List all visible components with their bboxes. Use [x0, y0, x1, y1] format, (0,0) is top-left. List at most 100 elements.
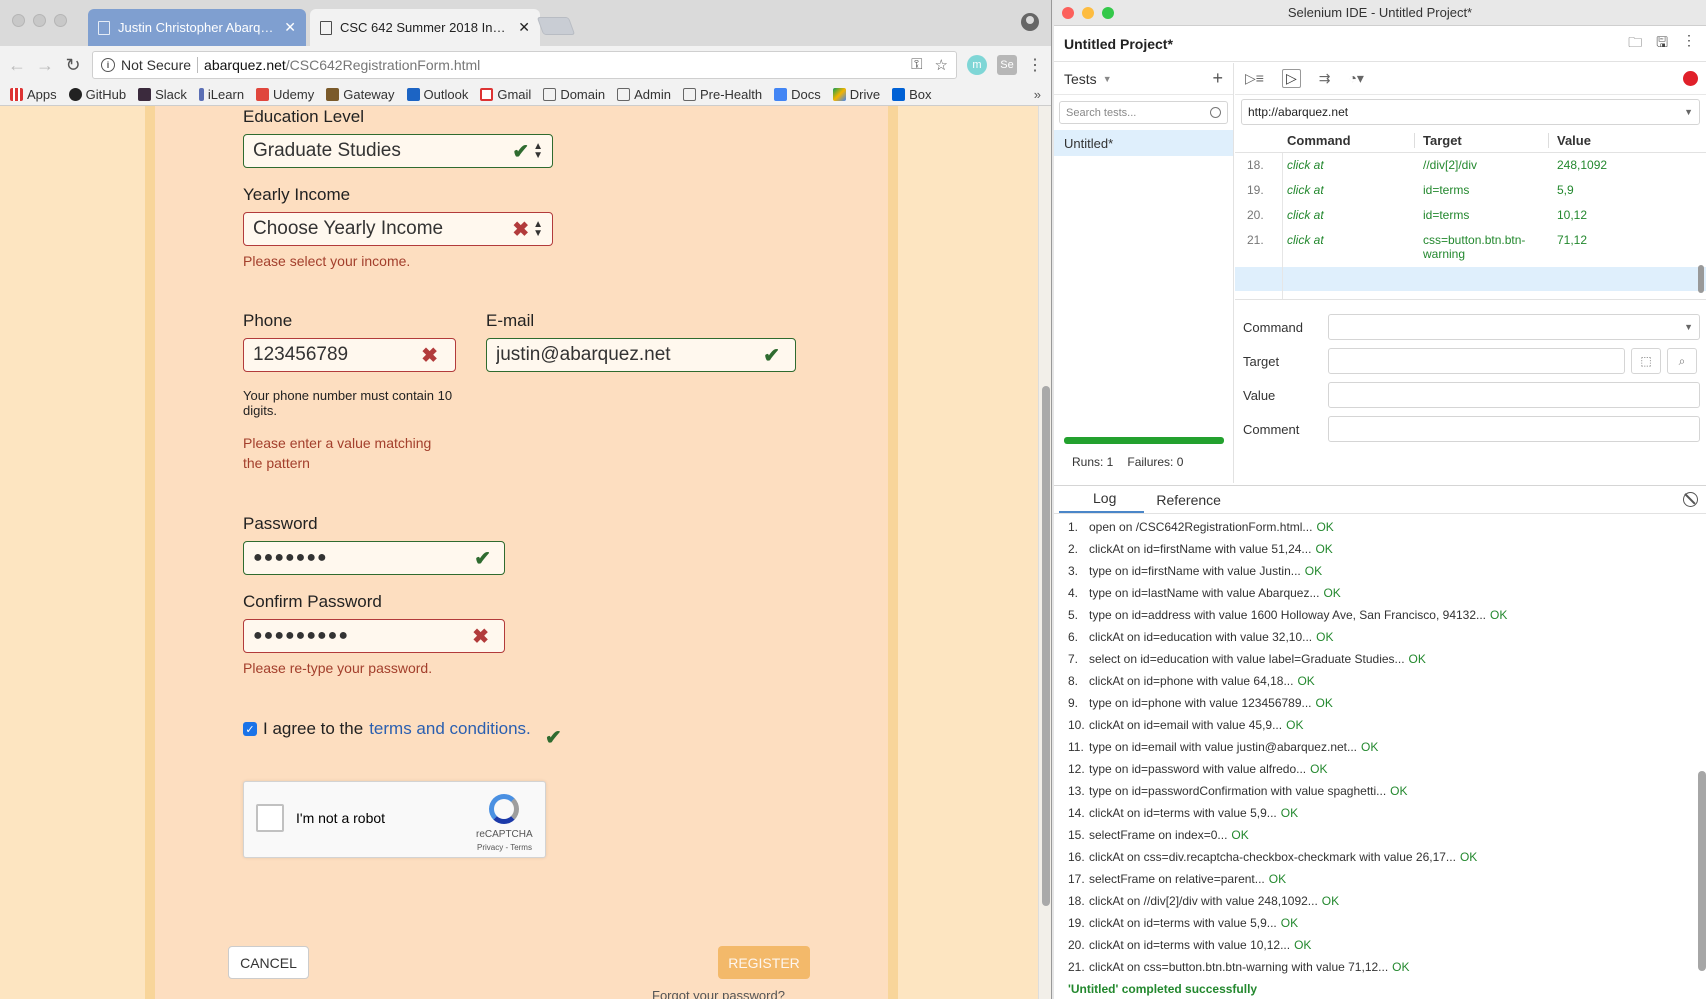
tab-active[interactable]: CSC 642 Summer 2018 Individ ✕	[310, 9, 540, 46]
close-tab-icon[interactable]: ✕	[518, 19, 530, 36]
bookmark-drive[interactable]: Drive	[832, 87, 880, 102]
education-label: Education Level	[243, 107, 364, 126]
bookmark-apps[interactable]: Apps	[10, 87, 57, 102]
base-url-input[interactable]: http://abarquez.net ▼	[1241, 99, 1700, 125]
extension-m-icon[interactable]: m	[967, 55, 987, 75]
info-icon[interactable]: i	[101, 58, 115, 72]
tab-log[interactable]: Log	[1059, 490, 1145, 513]
password-input[interactable]: ●●●●●●● ✔	[243, 541, 505, 575]
open-folder-icon[interactable]: 🗀	[1628, 32, 1642, 56]
more-options-icon[interactable]: ⋮	[1682, 32, 1696, 56]
chevron-down-icon[interactable]: ▼	[1103, 74, 1112, 84]
record-button[interactable]	[1683, 71, 1698, 86]
scrollbar-thumb[interactable]	[1698, 265, 1704, 293]
find-target-icon[interactable]: ⌕	[1667, 348, 1697, 374]
log-status: OK	[1490, 608, 1508, 622]
minimize-window-icon[interactable]	[33, 14, 46, 27]
command-row[interactable]: 20. click at id=terms 10,12	[1235, 203, 1706, 228]
select-arrows-icon: ▲ ▼	[533, 219, 543, 239]
command-select[interactable]: ▼	[1328, 314, 1700, 340]
log-scrollbar[interactable]	[1698, 771, 1706, 971]
bookmark-gateway[interactable]: Gateway	[326, 87, 395, 102]
bookmark-gmail[interactable]: Gmail	[480, 87, 531, 102]
tab-reference[interactable]: Reference	[1144, 492, 1249, 513]
zoom-window-icon[interactable]	[1102, 7, 1114, 19]
clear-log-icon[interactable]	[1683, 492, 1698, 507]
project-name[interactable]: Untitled Project*	[1064, 36, 1173, 52]
apps-grid-icon	[10, 88, 23, 101]
step-icon[interactable]: ⇉	[1319, 70, 1331, 87]
zoom-window-icon[interactable]	[54, 14, 67, 27]
close-tab-icon[interactable]: ✕	[284, 19, 296, 36]
star-icon[interactable]: ☆	[935, 56, 948, 74]
bookmark-ilearn[interactable]: iLearn	[198, 87, 244, 102]
bookmark-slack[interactable]: Slack	[138, 87, 187, 102]
back-arrow-icon[interactable]: ←	[8, 55, 26, 76]
value-input[interactable]	[1328, 382, 1700, 408]
address-bar[interactable]: i Not Secure abarquez.net/CSC642Registra…	[92, 51, 957, 79]
bookmark-domain[interactable]: Domain	[543, 87, 605, 102]
education-select[interactable]: Graduate Studies ✔ ▲ ▼	[243, 134, 553, 168]
select-target-icon[interactable]: ⬚	[1631, 348, 1661, 374]
empty-command-row[interactable]	[1235, 267, 1706, 291]
more-bookmarks-icon[interactable]: »	[1034, 87, 1041, 102]
run-all-icon[interactable]: ▷≡	[1245, 70, 1264, 87]
test-item[interactable]: Untitled*	[1054, 130, 1233, 156]
log-status: OK	[1231, 828, 1249, 842]
bookmark-box[interactable]: Box	[892, 87, 931, 102]
log-line: 15. selectFrame on index=0... OK	[1054, 824, 1706, 846]
command-row[interactable]: 21. click at css=button.btn.btn-warning 71,…	[1235, 228, 1706, 267]
menu-dots-icon[interactable]: ⋮	[1027, 55, 1043, 75]
recaptcha-checkbox[interactable]	[256, 804, 284, 832]
divider	[1282, 153, 1283, 299]
key-icon[interactable]: ⚿	[911, 56, 922, 74]
bookmark-label: Box	[909, 87, 932, 102]
bookmark-admin[interactable]: Admin	[617, 87, 671, 102]
forward-arrow-icon[interactable]: →	[36, 55, 54, 76]
log-text: type on id=address with value 1600 Hollo…	[1089, 608, 1487, 622]
minimize-window-icon[interactable]	[1082, 7, 1094, 19]
bookmark-docs[interactable]: Docs	[774, 87, 821, 102]
comment-input[interactable]	[1328, 416, 1700, 442]
reload-icon[interactable]: ↻	[64, 55, 82, 76]
new-tab-button[interactable]	[536, 17, 576, 35]
command-scrollbar[interactable]	[1696, 153, 1706, 299]
page-icon	[320, 20, 332, 35]
terms-checkbox[interactable]: ✓	[243, 722, 257, 736]
add-test-icon[interactable]: +	[1212, 68, 1223, 89]
log-number: 21.	[1068, 960, 1085, 974]
close-window-icon[interactable]	[1062, 7, 1074, 19]
page-scrollbar[interactable]	[1038, 106, 1051, 999]
save-icon[interactable]: 🖫	[1656, 32, 1668, 56]
security-label: Not Secure	[121, 57, 192, 73]
bookmark-pre-health[interactable]: Pre-Health	[682, 87, 762, 102]
page-border	[145, 106, 155, 999]
scrollbar-thumb[interactable]	[1042, 386, 1050, 906]
run-test-icon[interactable]: ▷	[1281, 69, 1301, 88]
target-input[interactable]	[1328, 348, 1625, 374]
tab-inactive[interactable]: Justin Christopher Abarquez ✕	[88, 9, 306, 46]
register-button[interactable]: REGISTER	[718, 946, 810, 979]
speed-icon[interactable]: ◔▾	[1348, 70, 1363, 87]
confirm-password-input[interactable]: ●●●●●●●●● ✖	[243, 619, 505, 653]
recaptcha-logo-icon	[489, 794, 519, 824]
bookmark-udemy[interactable]: Udemy	[256, 87, 314, 102]
income-select[interactable]: Choose Yearly Income ✖ ▲ ▼	[243, 212, 553, 246]
close-window-icon[interactable]	[12, 14, 25, 27]
tests-dropdown[interactable]: Tests	[1064, 71, 1097, 87]
command-row[interactable]: 19. click at id=terms 5,9	[1235, 178, 1706, 203]
profile-icon[interactable]	[1021, 13, 1039, 31]
gmail-icon	[480, 88, 494, 101]
forgot-password-link[interactable]: Forgot your password?	[652, 988, 785, 999]
email-input[interactable]: justin@abarquez.net ✔	[486, 338, 796, 372]
phone-input[interactable]: 123456789 ✖	[243, 338, 456, 372]
chevron-down-icon[interactable]: ▼	[1684, 107, 1693, 117]
terms-link[interactable]: terms and conditions.	[369, 719, 531, 739]
search-tests-input[interactable]: Search tests...	[1059, 101, 1228, 124]
bookmark-outlook[interactable]: Outlook	[406, 87, 468, 102]
selenium-extension-icon[interactable]: Se	[997, 55, 1017, 75]
bookmark-github[interactable]: GitHub	[68, 87, 126, 102]
cancel-button[interactable]: CANCEL	[228, 946, 309, 979]
recaptcha-links[interactable]: Privacy - Terms	[477, 843, 532, 852]
command-row[interactable]: 18. click at //div[2]/div 248,1092	[1235, 153, 1706, 178]
